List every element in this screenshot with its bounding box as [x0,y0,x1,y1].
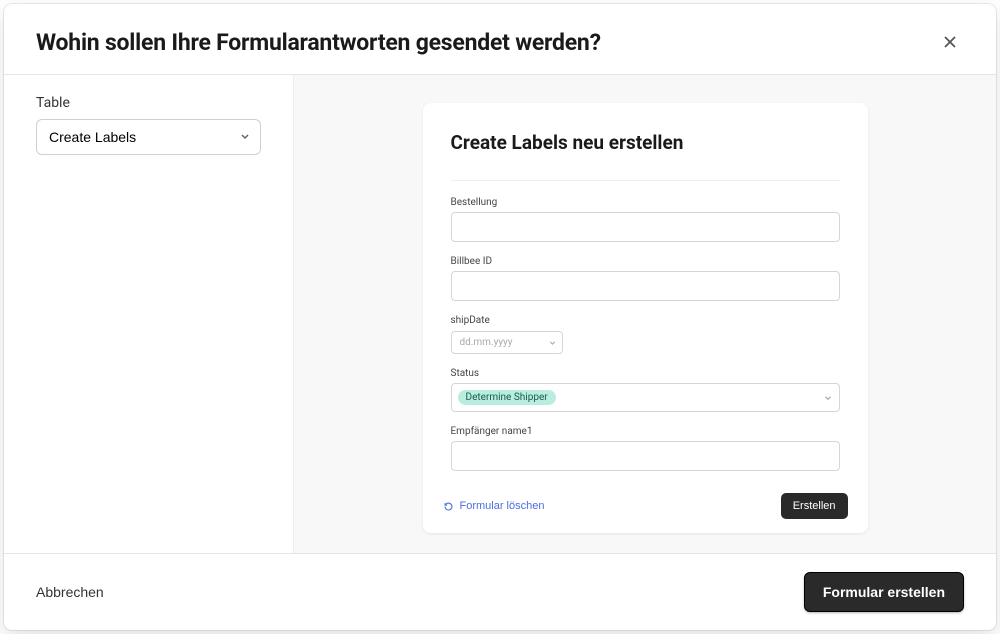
chevron-down-icon [823,388,833,407]
modal-header: Wohin sollen Ihre Formularantworten gese… [4,4,996,75]
input-shipdate[interactable]: dd.mm.yyyy [451,331,563,354]
select-status[interactable]: Determine Shipper [451,383,840,412]
input-name1[interactable] [451,441,840,471]
close-button[interactable] [936,28,964,56]
label-bestellung: Bestellung [451,197,840,208]
field-bestellung: Bestellung [451,197,840,242]
field-billbee: Billbee ID [451,256,840,301]
table-select-wrap: Create Labels [36,119,261,155]
divider [451,180,840,181]
label-status: Status [451,368,840,379]
form-card: Create Labels neu erstellen Bestellung B… [423,103,868,533]
close-icon [943,35,957,49]
input-billbee[interactable] [451,271,840,301]
card-submit-button[interactable]: Erstellen [781,493,848,519]
modal-body: Table Create Labels Create Labels neu er… [4,75,996,553]
field-shipdate: shipDate dd.mm.yyyy [451,315,840,354]
field-status: Status Determine Shipper [451,368,840,412]
form-card-inner: Create Labels neu erstellen Bestellung B… [423,103,868,479]
field-name1: Empfänger name1 [451,426,840,471]
create-form-button[interactable]: Formular erstellen [804,572,964,612]
table-select-value: Create Labels [49,129,136,145]
status-badge: Determine Shipper [458,390,556,405]
reset-form-button[interactable]: Formular löschen [443,500,545,512]
reset-icon [443,501,454,512]
preview-area: Create Labels neu erstellen Bestellung B… [294,75,996,553]
modal-footer: Abbrechen Formular erstellen [4,553,996,630]
modal-title: Wohin sollen Ihre Formularantworten gese… [36,29,601,56]
label-shipdate: shipDate [451,315,840,326]
form-card-title: Create Labels neu erstellen [451,131,840,154]
modal: Wohin sollen Ihre Formularantworten gese… [4,4,996,630]
sidebar: Table Create Labels [4,75,294,553]
table-select[interactable]: Create Labels [36,119,261,155]
label-name1: Empfänger name1 [451,426,840,437]
input-bestellung[interactable] [451,212,840,242]
table-label: Table [36,95,261,111]
chevron-down-icon [548,333,557,352]
label-billbee: Billbee ID [451,256,840,267]
reset-form-label: Formular löschen [460,500,545,512]
cancel-button[interactable]: Abbrechen [36,584,104,600]
form-card-footer: Formular löschen Erstellen [423,479,868,533]
